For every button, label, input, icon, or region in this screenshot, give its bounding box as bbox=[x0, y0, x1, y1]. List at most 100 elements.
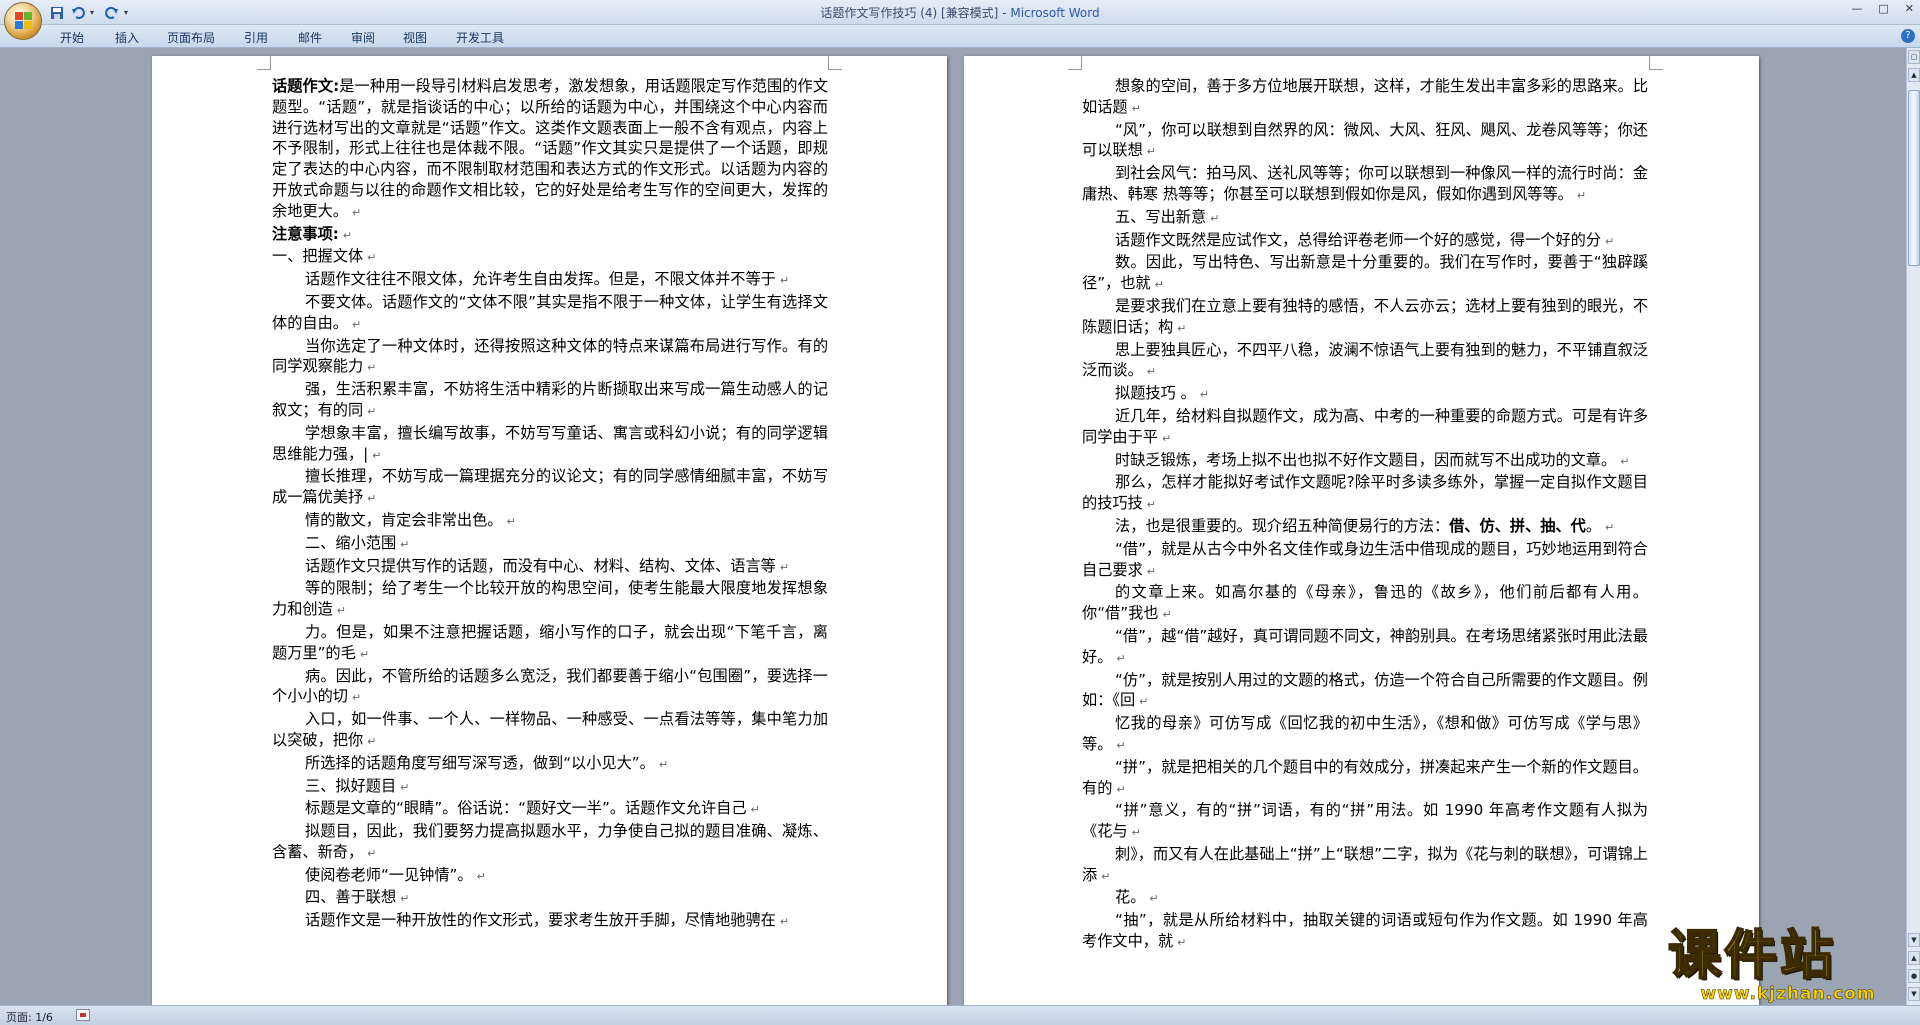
paragraph-mark-icon: ↵ bbox=[779, 915, 790, 929]
paragraph[interactable]: “仿”，就是按别人用过的文题的格式，仿造一个符合自己所需要的作文题目。例如：《回… bbox=[1082, 670, 1648, 714]
paragraph[interactable]: 使阅卷老师“一见钟情”。 ↵ bbox=[272, 865, 828, 888]
paragraph[interactable]: 近几年，给材料自拟题作文，成为高、中考的一种重要的命题方式。可是有许多同学由于平… bbox=[1082, 406, 1648, 450]
paragraph[interactable]: 是要求我们在立意上要有独特的感悟，不人云亦云；选材上要有独到的眼光，不陈题旧话；… bbox=[1082, 296, 1648, 340]
paragraph-text: 标题是文章的“眼睛”。俗话说：“题好文一半”。话题作文允许自己 bbox=[305, 799, 747, 818]
paragraph-mark-icon: ↵ bbox=[400, 892, 410, 906]
paragraph[interactable]: 话题作文:是一种用一段导引材料启发思考，激发想象，用话题限定写作范围的作文题型。… bbox=[272, 76, 828, 224]
paragraph[interactable]: 学想象丰富，擅长编写故事，不妨写写童话、寓言或科幻小说；有的同学逻辑思维能力强，… bbox=[272, 423, 828, 467]
paragraph[interactable]: 想象的空间，善于多方位地展开联想，这样，才能生发出丰富多彩的思路来。比如话题 ↵ bbox=[1082, 76, 1648, 120]
watermark-logo: 课件站 www.kjzhan.com bbox=[1667, 927, 1908, 1005]
scroll-up-icon[interactable]: ▲ bbox=[1908, 68, 1920, 82]
paragraph[interactable]: 力。但是，如果不注意把握话题，缩小写作的口子，就会出现“下笔千言，离题万里”的毛… bbox=[272, 622, 828, 666]
tab-mailings[interactable]: 邮件 bbox=[298, 29, 322, 46]
paragraph[interactable]: 二、缩小范围 ↵ bbox=[272, 533, 828, 556]
bold-lead-text: 注意事项: bbox=[272, 224, 339, 243]
paragraph[interactable]: 拟题技巧 。 ↵ bbox=[1082, 383, 1648, 406]
paragraph-mark-icon: ↵ bbox=[1146, 365, 1156, 379]
paragraph[interactable]: 等的限制；给了考生一个比较开放的构思空间，使考生能最大限度地发挥想象力和创造 ↵ bbox=[272, 578, 828, 622]
paragraph-text: 时缺乏锻炼，考场上拟不出也拟不好作文题目，因而就写不出成功的文章。 bbox=[1115, 450, 1617, 469]
close-icon[interactable]: ✕ bbox=[1905, 2, 1914, 15]
tab-home[interactable]: 开始 bbox=[60, 29, 84, 46]
paragraph[interactable]: 三、拟好题目 ↵ bbox=[272, 776, 828, 799]
document-page-1[interactable]: 话题作文:是一种用一段导引材料启发思考，激发想象，用话题限定写作范围的作文题型。… bbox=[152, 56, 947, 1005]
page-2-text[interactable]: 想象的空间，善于多方位地展开联想，这样，才能生发出丰富多彩的思路来。比如话题 ↵ “… bbox=[1082, 76, 1648, 954]
paragraph-text: 拟题技巧 。 bbox=[1115, 384, 1196, 403]
margin-corner-mark bbox=[1068, 56, 1082, 70]
paragraph[interactable]: “拼”，就是把相关的几个题目中的有效成分，拼凑起来产生一个新的作文题目。有的 ↵ bbox=[1082, 757, 1648, 801]
paragraph-text: 刺》，而又有人在此基础上“拼”上“联想”二字，拟为《花与刺的联想》，可谓锦上添 bbox=[1082, 844, 1648, 884]
paragraph-text: “拼”意义，有的“拼”词语，有的“拼”用法。如 1990 年高考作文题有人拟为《… bbox=[1082, 801, 1648, 841]
paragraph[interactable]: 所选择的话题角度写细写深写透，做到“以小见大”。 ↵ bbox=[272, 753, 828, 776]
paragraph-mark-icon: ↵ bbox=[400, 537, 410, 551]
paragraph-text: “抽”，就是从所给材料中，抽取关键的词语或短句作为作文题。如 1990 年高考作… bbox=[1082, 911, 1648, 951]
paragraph[interactable]: 情的散文，肯定会非常出色。 ↵ bbox=[272, 510, 828, 533]
margin-corner-mark bbox=[828, 56, 842, 70]
page-count-status[interactable]: 页面: 1/6 bbox=[6, 1009, 53, 1025]
paragraph[interactable]: 的文章上来。如高尔基的《母亲》，鲁迅的《故乡》，他们前后都有人用。你“借”我也 ↵ bbox=[1082, 582, 1648, 626]
scroll-down-icon[interactable]: ▼ bbox=[1908, 933, 1920, 947]
paragraph-mark-icon: ↵ bbox=[1146, 145, 1156, 159]
tab-view[interactable]: 视图 bbox=[403, 29, 427, 46]
paragraph[interactable]: 数。因此，写出特色、写出新意是十分重要的。我们在写作时，要善于“独辟蹊径”，也就… bbox=[1082, 252, 1648, 296]
proofing-icon[interactable] bbox=[76, 1009, 90, 1021]
minimize-icon[interactable]: — bbox=[1851, 2, 1862, 15]
vertical-scrollbar[interactable]: ▢ ▲ ▼ ▲ ● ▼ bbox=[1906, 48, 1920, 1005]
paragraph[interactable]: 那么，怎样才能拟好考试作文题呢?除平时多读多练外，掌握一定自拟作文题目的技巧技 ↵ bbox=[1082, 472, 1648, 516]
paragraph[interactable]: 话题作文既然是应试作文，总得给评卷老师一个好的感觉，得一个好的分 ↵ bbox=[1082, 230, 1648, 253]
paragraph[interactable]: 一、把握文体 ↵ bbox=[272, 246, 828, 269]
help-icon[interactable]: ? bbox=[1901, 29, 1915, 43]
paragraph[interactable]: 当你选定了一种文体时，还得按照这种文体的特点来谋篇布局进行写作。有的同学观察能力… bbox=[272, 336, 828, 380]
bold-emphasis-text: 借、仿、拼、抽、代 bbox=[1449, 516, 1586, 535]
paragraph[interactable]: 拟题目，因此，我们要努力提高拟题水平，力争使自己拟的题目准确、凝炼、含蓄、新奇，… bbox=[272, 821, 828, 865]
paragraph[interactable]: 法，也是很重要的。现介绍五种简便易行的方法：借、仿、拼、抽、代。 ↵ bbox=[1082, 516, 1648, 539]
paragraph[interactable]: 入口，如一件事、一个人、一样物品、一种感受、一点看法等等，集中笔力加以突破，把你… bbox=[272, 709, 828, 753]
paragraph[interactable]: “拼”意义，有的“拼”词语，有的“拼”用法。如 1990 年高考作文题有人拟为《… bbox=[1082, 800, 1648, 844]
paragraph[interactable]: 五、写出新意 ↵ bbox=[1082, 207, 1648, 230]
paragraph[interactable]: 强，生活积累丰富，不妨将生活中精彩的片断撷取出来写成一篇生动感人的记叙文；有的同… bbox=[272, 379, 828, 423]
paragraph[interactable]: 思上要独具匠心，不四平八稳，波澜不惊语气上要有独到的魅力，不平铺直叙泛泛而谈。 ↵ bbox=[1082, 340, 1648, 384]
tab-references[interactable]: 引用 bbox=[244, 29, 268, 46]
document-workspace: 话题作文:是一种用一段导引材料启发思考，激发想象，用话题限定写作范围的作文题型。… bbox=[0, 48, 1906, 1005]
paragraph[interactable]: 忆我的母亲》可仿写成《回忆我的初中生活》，《想和做》可仿写成《学与思》等。 ↵ bbox=[1082, 713, 1648, 757]
tab-review[interactable]: 审阅 bbox=[351, 29, 375, 46]
office-button[interactable] bbox=[4, 2, 42, 40]
page-1-text[interactable]: 话题作文:是一种用一段导引材料启发思考，激发想象，用话题限定写作范围的作文题型。… bbox=[272, 76, 828, 933]
paragraph[interactable]: 病。因此，不管所给的话题多么宽泛，我们都要善于缩小“包围圈”，要选择一个小小的切… bbox=[272, 666, 828, 710]
paragraph[interactable]: 不要文体。话题作文的“文体不限”其实是指不限于一种文体，让学生有选择文体的自由。… bbox=[272, 292, 828, 336]
paragraph-mark-icon: ↵ bbox=[779, 274, 790, 288]
paragraph[interactable]: “借”，越“借”越好，真可谓同题不同文，神韵别具。在考场思绪紧张时用此法最好。 ↵ bbox=[1082, 626, 1648, 670]
paragraph-text: 到社会风气：拍马风、送礼风等等；你可以联想到一种像风一样的流行时尚：金庸热、韩寒… bbox=[1082, 164, 1648, 203]
paragraph-text: 入口，如一件事、一个人、一样物品、一种感受、一点看法等等，集中笔力加以突破，把你 bbox=[272, 710, 828, 749]
paragraph-text: 力。但是，如果不注意把握话题，缩小写作的口子，就会出现“下笔千言，离题万里”的毛 bbox=[272, 622, 828, 662]
select-browse-object-icon[interactable]: ● bbox=[1908, 969, 1920, 983]
paragraph[interactable]: 话题作文往往不限文体，允许考生自由发挥。但是，不限文体并不等于 ↵ bbox=[272, 269, 828, 292]
paragraph[interactable]: 话题作文是一种开放性的作文形式，要求考生放开手脚，尽情地驰骋在 ↵ bbox=[272, 910, 828, 933]
paragraph[interactable]: 四、善于联想 ↵ bbox=[272, 887, 828, 910]
paragraph[interactable]: 刺》，而又有人在此基础上“拼”上“联想”二字，拟为《花与刺的联想》，可谓锦上添 ↵ bbox=[1082, 844, 1648, 888]
paragraph[interactable]: 时缺乏锻炼，考场上拟不出也拟不好作文题目，因而就写不出成功的文章。 ↵ bbox=[1082, 450, 1648, 473]
paragraph-mark-icon: ↵ bbox=[342, 228, 353, 242]
paragraph[interactable]: 注意事项: ↵ bbox=[272, 224, 828, 247]
paragraph[interactable]: 标题是文章的“眼睛”。俗话说：“题好文一半”。话题作文允许自己 ↵ bbox=[272, 798, 828, 821]
paragraph-mark-icon: ↵ bbox=[336, 604, 346, 618]
tab-developer[interactable]: 开发工具 bbox=[456, 29, 504, 46]
paragraph-text: “风”，你可以联想到自然界的风：微风、大风、狂风、飓风、龙卷风等等；你还可以联想 bbox=[1082, 120, 1648, 160]
ruler-toggle-icon[interactable]: ▢ bbox=[1908, 50, 1920, 64]
paragraph[interactable]: “借”，就是从古今中外名文佳作或身边生活中借现成的题目，巧妙地运用到符合自己要求… bbox=[1082, 539, 1648, 583]
previous-page-icon[interactable]: ▲ bbox=[1908, 951, 1920, 965]
paragraph[interactable]: 擅长推理，不妨写成一篇理据充分的议论文；有的同学感情细腻丰富，不妨写成一篇优美抒… bbox=[272, 466, 828, 510]
next-page-icon[interactable]: ▼ bbox=[1908, 987, 1920, 1001]
scrollbar-thumb[interactable] bbox=[1908, 90, 1920, 266]
tab-page-layout[interactable]: 页面布局 bbox=[167, 29, 215, 46]
document-page-2[interactable]: 想象的空间，善于多方位地展开联想，这样，才能生发出丰富多彩的思路来。比如话题 ↵ “… bbox=[964, 56, 1759, 1005]
paragraph[interactable]: “抽”，就是从所给材料中，抽取关键的词语或短句作为作文题。如 1990 年高考作… bbox=[1082, 910, 1648, 954]
paragraph[interactable]: 花。 ↵ bbox=[1082, 887, 1648, 910]
maximize-icon[interactable]: □ bbox=[1878, 2, 1888, 15]
tab-insert[interactable]: 插入 bbox=[115, 29, 139, 46]
paragraph-mark-icon: ↵ bbox=[367, 361, 377, 375]
paragraph[interactable]: 话题作文只提供写作的话题，而没有中心、材料、结构、文体、语言等 ↵ bbox=[272, 556, 828, 579]
paragraph[interactable]: “风”，你可以联想到自然界的风：微风、大风、狂风、飓风、龙卷风等等；你还可以联想… bbox=[1082, 120, 1648, 164]
paragraph-text: 话题作文只提供写作的话题，而没有中心、材料、结构、文体、语言等 bbox=[305, 556, 776, 575]
paragraph[interactable]: 到社会风气：拍马风、送礼风等等；你可以联想到一种像风一样的流行时尚：金庸热、韩寒… bbox=[1082, 163, 1648, 207]
paragraph-mark-icon: ↵ bbox=[1605, 520, 1615, 534]
